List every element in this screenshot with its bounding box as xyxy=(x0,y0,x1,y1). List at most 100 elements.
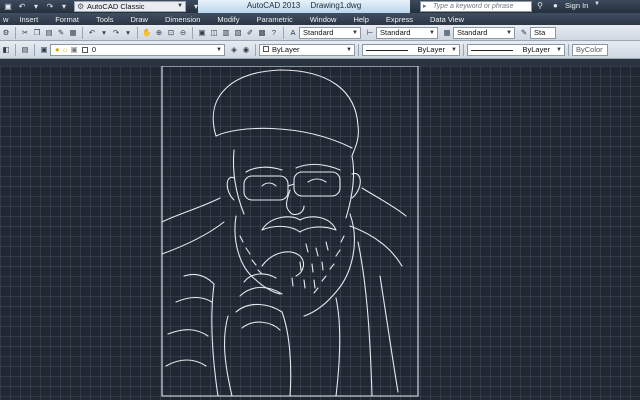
menu-tools[interactable]: Tools xyxy=(96,15,114,24)
match-properties-icon[interactable]: ✎ xyxy=(56,27,66,38)
menu-window[interactable]: Window xyxy=(310,15,337,24)
pan-icon[interactable]: ✋ xyxy=(142,27,152,38)
separator xyxy=(15,43,16,56)
text-style-select[interactable]: Standard ▼ xyxy=(299,26,361,39)
dim-style-icon[interactable]: ⊢ xyxy=(365,27,375,38)
gear-icon: ⚙ xyxy=(77,2,85,11)
sheet-set-icon[interactable]: ▧ xyxy=(233,27,243,38)
separator xyxy=(82,26,83,39)
redo-icon[interactable]: ↷ xyxy=(44,1,56,12)
text-style-icon[interactable]: A xyxy=(288,27,298,38)
menu-parametric[interactable]: Parametric xyxy=(257,15,293,24)
menu-view[interactable]: w xyxy=(3,15,8,24)
right-eye xyxy=(307,178,327,183)
undo-dropdown-icon[interactable]: ▾ xyxy=(99,27,109,38)
zoom-realtime-icon[interactable]: ⊕ xyxy=(154,27,164,38)
menu-bar: w Insert Format Tools Draw Dimension Mod… xyxy=(0,13,640,25)
block-editor-icon[interactable]: ▦ xyxy=(68,27,78,38)
design-center-icon[interactable]: ◫ xyxy=(209,27,219,38)
chevron-down-icon: ▼ xyxy=(352,29,358,36)
user-icon: ● xyxy=(553,1,558,10)
left-ear xyxy=(226,176,235,201)
redo-icon[interactable]: ↷ xyxy=(111,27,121,38)
layer-previous-icon[interactable]: ◉ xyxy=(241,44,251,55)
face-right-outline xyxy=(345,155,355,219)
chevron-down-icon: ▼ xyxy=(177,3,183,9)
undo-icon[interactable]: ↶ xyxy=(87,27,97,38)
chevron-down-icon: ▼ xyxy=(429,29,435,36)
hand-thumb xyxy=(261,251,305,277)
menu-insert[interactable]: Insert xyxy=(19,15,38,24)
cut-icon[interactable]: ✂ xyxy=(20,27,30,38)
plotstyle-select[interactable]: ByColor xyxy=(572,43,608,56)
menu-express[interactable]: Express xyxy=(386,15,413,24)
separator xyxy=(255,43,256,56)
separator xyxy=(192,26,193,39)
glasses-bridge xyxy=(287,183,295,187)
chevron-down-icon: ▼ xyxy=(216,46,222,53)
multileader-style-select[interactable]: Sta xyxy=(530,26,556,39)
nose xyxy=(285,189,305,216)
chevron-down-icon: ▼ xyxy=(506,29,512,36)
drawing-canvas[interactable] xyxy=(0,66,640,400)
properties-icon[interactable]: ▣ xyxy=(197,27,207,38)
dim-style-select[interactable]: Standard ▼ xyxy=(376,26,438,39)
markup-icon[interactable]: ✐ xyxy=(245,27,255,38)
beard-left xyxy=(234,215,281,295)
left-eye xyxy=(261,182,277,187)
chevron-down-icon[interactable]: ▼ xyxy=(594,1,600,7)
robe-front xyxy=(211,283,219,397)
moustache xyxy=(261,216,337,233)
color-select[interactable]: ByLayer ▼ xyxy=(259,43,355,56)
turban-outline xyxy=(212,69,359,157)
layer-manager-icon[interactable]: ◧ xyxy=(1,44,11,55)
zoom-window-icon[interactable]: ⊡ xyxy=(166,27,176,38)
menu-data-view[interactable]: Data View xyxy=(430,15,464,24)
title-bar: ▣ ↶ ▾ ↷ ▾ ⚙ AutoCAD Classic ▼ ▾ AutoCAD … xyxy=(0,0,640,13)
left-eyebrow xyxy=(245,166,283,173)
right-eyebrow xyxy=(295,163,341,171)
beard-right xyxy=(303,213,355,317)
layer-select[interactable]: ● ☼ ▣ 0 ▼ xyxy=(50,43,225,56)
copy-icon[interactable]: ❐ xyxy=(32,27,42,38)
tool-palettes-icon[interactable]: ▥ xyxy=(221,27,231,38)
layers-toolbar: ◧ ▤ ▣ ● ☼ ▣ 0 ▼ ◈ ◉ ByLayer ▼ ByLayer ▼ By… xyxy=(0,41,640,59)
layer-states-icon[interactable]: ▤ xyxy=(20,44,30,55)
gear-icon[interactable]: ⚙ xyxy=(1,27,11,38)
menu-format[interactable]: Format xyxy=(55,15,79,24)
menu-help[interactable]: Help xyxy=(353,15,368,24)
redo-dropdown-icon[interactable]: ▾ xyxy=(123,27,133,38)
undo-dropdown-icon[interactable]: ▾ xyxy=(30,1,42,12)
color-swatch xyxy=(263,45,269,52)
layer-properties-icon[interactable]: ▣ xyxy=(39,44,49,55)
help-icon[interactable]: ? xyxy=(269,27,279,38)
robe-shoulder-right xyxy=(349,187,407,267)
undo-icon[interactable]: ↶ xyxy=(16,1,28,12)
multileader-style-icon[interactable]: ✎ xyxy=(519,27,529,38)
arrow-right-icon: ▸ xyxy=(423,3,427,10)
sign-in-link[interactable]: Sign In xyxy=(565,0,588,13)
lineweight-select[interactable]: ByLayer ▼ xyxy=(467,43,565,56)
make-current-icon[interactable]: ◈ xyxy=(229,44,239,55)
window-title: AutoCAD 2013 Drawing1.dwg xyxy=(198,0,410,13)
beard-hatching xyxy=(239,235,345,294)
chevron-down-icon: ▼ xyxy=(346,46,352,53)
standard-toolbar: ⚙ ✂ ❐ ▤ ✎ ▦ ↶ ▾ ↷ ▾ ✋ ⊕ ⊡ ⊖ ▣ ◫ ▥ ▧ ✐ ▩ … xyxy=(0,25,640,41)
search-input[interactable]: ▸ Type a keyword or phrase xyxy=(420,1,532,12)
chevron-down-icon: ▼ xyxy=(451,46,457,53)
linetype-select[interactable]: ByLayer ▼ xyxy=(362,43,460,56)
menu-dimension[interactable]: Dimension xyxy=(165,15,200,24)
table-style-icon[interactable]: ▦ xyxy=(442,27,452,38)
menu-draw[interactable]: Draw xyxy=(130,15,148,24)
separator xyxy=(137,26,138,39)
zoom-previous-icon[interactable]: ⊖ xyxy=(178,27,188,38)
separator xyxy=(283,26,284,39)
calculator-icon[interactable]: ▩ xyxy=(257,27,267,38)
menu-modify[interactable]: Modify xyxy=(217,15,239,24)
redo-dropdown-icon[interactable]: ▾ xyxy=(58,1,70,12)
search-icon[interactable]: ⚲ xyxy=(534,1,546,12)
workspace-select[interactable]: ⚙ AutoCAD Classic ▼ xyxy=(74,1,186,12)
open-icon[interactable]: ▣ xyxy=(2,1,14,12)
paste-icon[interactable]: ▤ xyxy=(44,27,54,38)
table-style-select[interactable]: Standard ▼ xyxy=(453,26,515,39)
